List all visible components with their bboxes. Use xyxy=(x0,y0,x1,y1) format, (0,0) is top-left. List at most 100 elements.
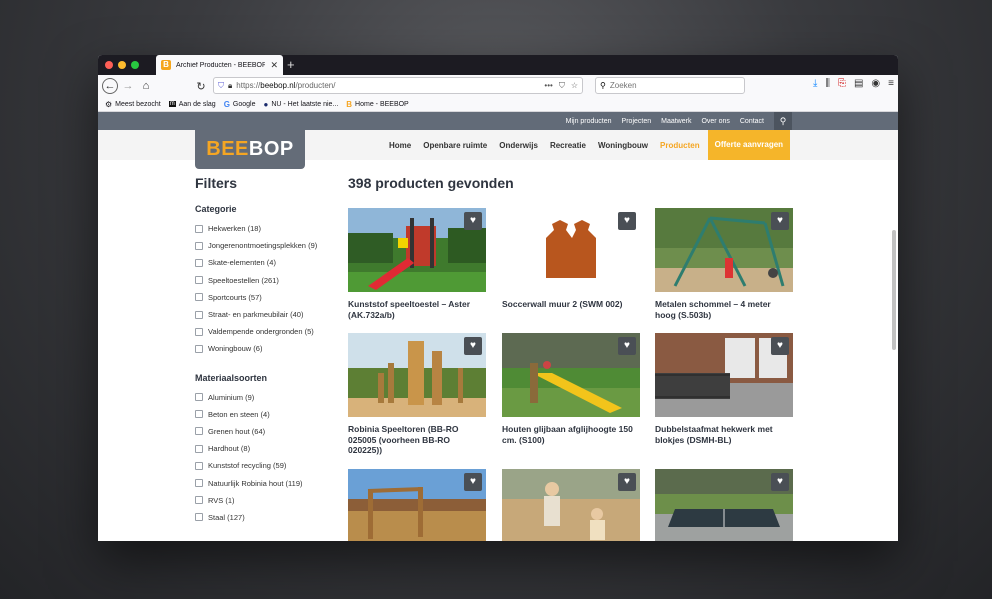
product-card[interactable]: ♥ Soccerwall muur 2 (SWM 002) xyxy=(502,208,640,310)
product-card[interactable]: ♥ xyxy=(502,469,640,541)
zoom-window-button[interactable] xyxy=(131,61,139,69)
back-arrow-icon[interactable]: ← xyxy=(102,78,118,94)
menu-onderwijs[interactable]: Onderwijs xyxy=(493,141,544,150)
favorite-heart-icon[interactable]: ♥ xyxy=(771,212,789,230)
more-options-icon[interactable]: ••• xyxy=(544,81,552,91)
filter-checkbox[interactable] xyxy=(195,461,203,470)
filter-checkbox[interactable] xyxy=(195,393,203,402)
offerte-aanvragen-button[interactable]: Offerte aanvragen xyxy=(707,130,791,160)
product-card[interactable]: ♥ Metalen schommel – 4 meter hoog (S.503b… xyxy=(655,208,793,320)
category-filter-item[interactable]: Skate-elementen (4) xyxy=(195,254,340,271)
bookmark-item[interactable]: G Google xyxy=(224,100,256,109)
top-link-contact[interactable]: Contact xyxy=(740,118,764,125)
material-filter-item[interactable]: Kunststof recycling (59) xyxy=(195,457,340,474)
favorite-heart-icon[interactable]: ♥ xyxy=(618,212,636,230)
category-filter-item[interactable]: Valdempende ondergronden (5) xyxy=(195,323,340,340)
product-card[interactable]: ♥ Kunststof speeltoestel – Aster (AK.732a… xyxy=(348,208,486,320)
address-bar[interactable]: ⛉ 🔒︎ https://beebop.nl/producten/ ••• ⛉ … xyxy=(213,77,583,94)
filter-checkbox[interactable] xyxy=(195,327,203,336)
favorite-heart-icon[interactable]: ♥ xyxy=(618,473,636,491)
material-filter-item[interactable]: Beton en steen (4) xyxy=(195,406,340,423)
menu-home[interactable]: Home xyxy=(383,141,417,150)
menu-recreatie[interactable]: Recreatie xyxy=(544,141,592,150)
product-image[interactable]: ♥ xyxy=(348,333,486,417)
product-name[interactable]: Robinia Speeltoren (BB-RO 025005 (voorhe… xyxy=(348,424,483,456)
material-filter-item[interactable]: Staal (127) xyxy=(195,509,340,526)
bookmark-item[interactable]: ⚙ Meest bezocht xyxy=(105,100,161,109)
filter-checkbox[interactable] xyxy=(195,293,203,302)
filter-checkbox[interactable] xyxy=(195,444,203,453)
top-link-over-ons[interactable]: Over ons xyxy=(701,118,729,125)
material-filter-item[interactable]: Hardhout (8) xyxy=(195,440,340,457)
top-link-maatwerk[interactable]: Maatwerk xyxy=(661,118,691,125)
forward-arrow-icon[interactable]: → xyxy=(120,78,136,94)
material-filter-item[interactable]: Aluminium (9) xyxy=(195,389,340,406)
home-icon[interactable]: ⌂ xyxy=(138,78,154,94)
favorite-heart-icon[interactable]: ♥ xyxy=(771,337,789,355)
material-filter-item[interactable]: Natuurlijk Robinia hout (119) xyxy=(195,474,340,491)
filter-checkbox[interactable] xyxy=(195,224,203,233)
category-filter-item[interactable]: Hekwerken (18) xyxy=(195,220,340,237)
category-filter-item[interactable]: Woningbouw (6) xyxy=(195,340,340,357)
site-search-icon[interactable]: ⚲ xyxy=(774,112,792,130)
account-icon[interactable]: ◉ xyxy=(871,78,880,89)
menu-openbare-ruimte[interactable]: Openbare ruimte xyxy=(417,141,493,150)
favorite-heart-icon[interactable]: ♥ xyxy=(464,473,482,491)
filter-checkbox[interactable] xyxy=(195,241,203,250)
product-card[interactable]: ♥ Robinia Speeltoren (BB-RO 025005 (voorh… xyxy=(348,333,486,456)
product-name[interactable]: Kunststof speeltoestel – Aster (AK.732a/… xyxy=(348,299,483,320)
product-card[interactable]: ♥ xyxy=(348,469,486,541)
filter-checkbox[interactable] xyxy=(195,310,203,319)
pdf-icon[interactable]: ⎘ xyxy=(838,78,846,89)
download-icon[interactable]: ⤓ xyxy=(813,78,817,89)
material-filter-item[interactable]: Grenen hout (64) xyxy=(195,423,340,440)
product-card[interactable]: ♥ Dubbelstaafmat hekwerk met blokjes (DSM… xyxy=(655,333,793,445)
browser-search-box[interactable]: ⚲ xyxy=(595,77,745,94)
menu-woningbouw[interactable]: Woningbouw xyxy=(592,141,654,150)
filter-checkbox[interactable] xyxy=(195,258,203,267)
lock-icon[interactable]: 🔒︎ xyxy=(228,81,232,91)
product-name[interactable]: Houten glijbaan afglijhoogte 150 cm. (S1… xyxy=(502,424,637,445)
library-icon[interactable]: ⫼ xyxy=(825,78,830,89)
product-image[interactable]: ♥ xyxy=(502,208,640,292)
favorite-heart-icon[interactable]: ♥ xyxy=(771,473,789,491)
menu-producten[interactable]: Producten xyxy=(654,141,706,150)
product-image[interactable]: ♥ xyxy=(502,333,640,417)
sidebar-icon[interactable]: ▤ xyxy=(854,78,863,89)
filter-checkbox[interactable] xyxy=(195,410,203,419)
bookmark-item[interactable]: ● NU - Het laatste nie... xyxy=(264,100,339,109)
filter-checkbox[interactable] xyxy=(195,496,203,505)
product-name[interactable]: Soccerwall muur 2 (SWM 002) xyxy=(502,299,637,310)
product-image[interactable]: ♥ xyxy=(348,469,486,541)
product-image[interactable]: ♥ xyxy=(502,469,640,541)
search-input[interactable] xyxy=(609,81,730,90)
close-window-button[interactable] xyxy=(105,61,113,69)
hamburger-menu-icon[interactable]: ≡ xyxy=(888,78,894,89)
material-filter-item[interactable]: RVS (1) xyxy=(195,492,340,509)
reload-icon[interactable]: ↻ xyxy=(193,78,209,94)
favorite-heart-icon[interactable]: ♥ xyxy=(464,212,482,230)
filter-checkbox[interactable] xyxy=(195,427,203,436)
top-link-mijn-producten[interactable]: Mijn producten xyxy=(566,118,612,125)
product-image[interactable]: ♥ xyxy=(348,208,486,292)
new-tab-button[interactable]: + xyxy=(287,57,295,73)
bookmark-item[interactable]: m Aan de slag xyxy=(168,101,216,108)
product-name[interactable]: Metalen schommel – 4 meter hoog (S.503b) xyxy=(655,299,790,320)
product-image[interactable]: ♥ xyxy=(655,333,793,417)
top-link-projecten[interactable]: Projecten xyxy=(622,118,652,125)
shield-icon[interactable]: ⛉ xyxy=(218,81,224,91)
pocket-icon[interactable]: ⛉ xyxy=(559,81,565,91)
filter-checkbox[interactable] xyxy=(195,276,203,285)
filter-checkbox[interactable] xyxy=(195,344,203,353)
product-name[interactable]: Dubbelstaafmat hekwerk met blokjes (DSMH… xyxy=(655,424,790,445)
product-card[interactable]: ♥ xyxy=(655,469,793,541)
product-card[interactable]: ♥ Houten glijbaan afglijhoogte 150 cm. (S… xyxy=(502,333,640,445)
filter-checkbox[interactable] xyxy=(195,479,203,488)
minimize-window-button[interactable] xyxy=(118,61,126,69)
category-filter-item[interactable]: Straat- en parkmeubilair (40) xyxy=(195,306,340,323)
bookmark-star-icon[interactable]: ☆ xyxy=(571,81,578,91)
favorite-heart-icon[interactable]: ♥ xyxy=(618,337,636,355)
bookmark-item[interactable]: B Home - BEEBOP xyxy=(346,100,408,109)
category-filter-item[interactable]: Sportcourts (57) xyxy=(195,289,340,306)
product-image[interactable]: ♥ xyxy=(655,208,793,292)
